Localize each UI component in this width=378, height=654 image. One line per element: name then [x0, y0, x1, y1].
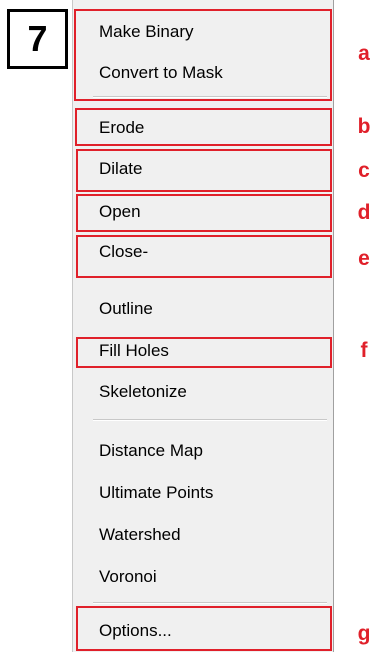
annotation-letter-c: c: [358, 159, 370, 182]
highlight-box-f: [76, 337, 332, 368]
annotation-letter-g: g: [357, 622, 371, 645]
menu-item-ultimate-points[interactable]: Ultimate Points: [73, 478, 333, 508]
highlight-box-e: [76, 235, 332, 278]
annotation-letter-b: b: [357, 115, 371, 138]
menu-separator: [93, 602, 327, 604]
panel-number-label: 7: [7, 9, 68, 69]
highlight-box-d: [76, 194, 332, 232]
highlight-box-a: [74, 9, 332, 101]
annotation-letter-a: a: [358, 42, 370, 65]
annotation-letter-f: f: [360, 339, 368, 362]
menu-item-watershed[interactable]: Watershed: [73, 520, 333, 550]
annotation-letter-e: e: [358, 247, 370, 270]
menu-separator: [93, 419, 327, 421]
menu-item-outline[interactable]: Outline: [73, 294, 333, 324]
menu-item-distance-map[interactable]: Distance Map: [73, 436, 333, 466]
annotation-letter-d: d: [357, 201, 371, 224]
menu-item-skeletonize[interactable]: Skeletonize: [73, 377, 333, 407]
highlight-box-c: [76, 149, 332, 192]
highlight-box-b: [75, 108, 332, 146]
highlight-box-g: [76, 606, 332, 651]
menu-item-voronoi[interactable]: Voronoi: [73, 562, 333, 592]
